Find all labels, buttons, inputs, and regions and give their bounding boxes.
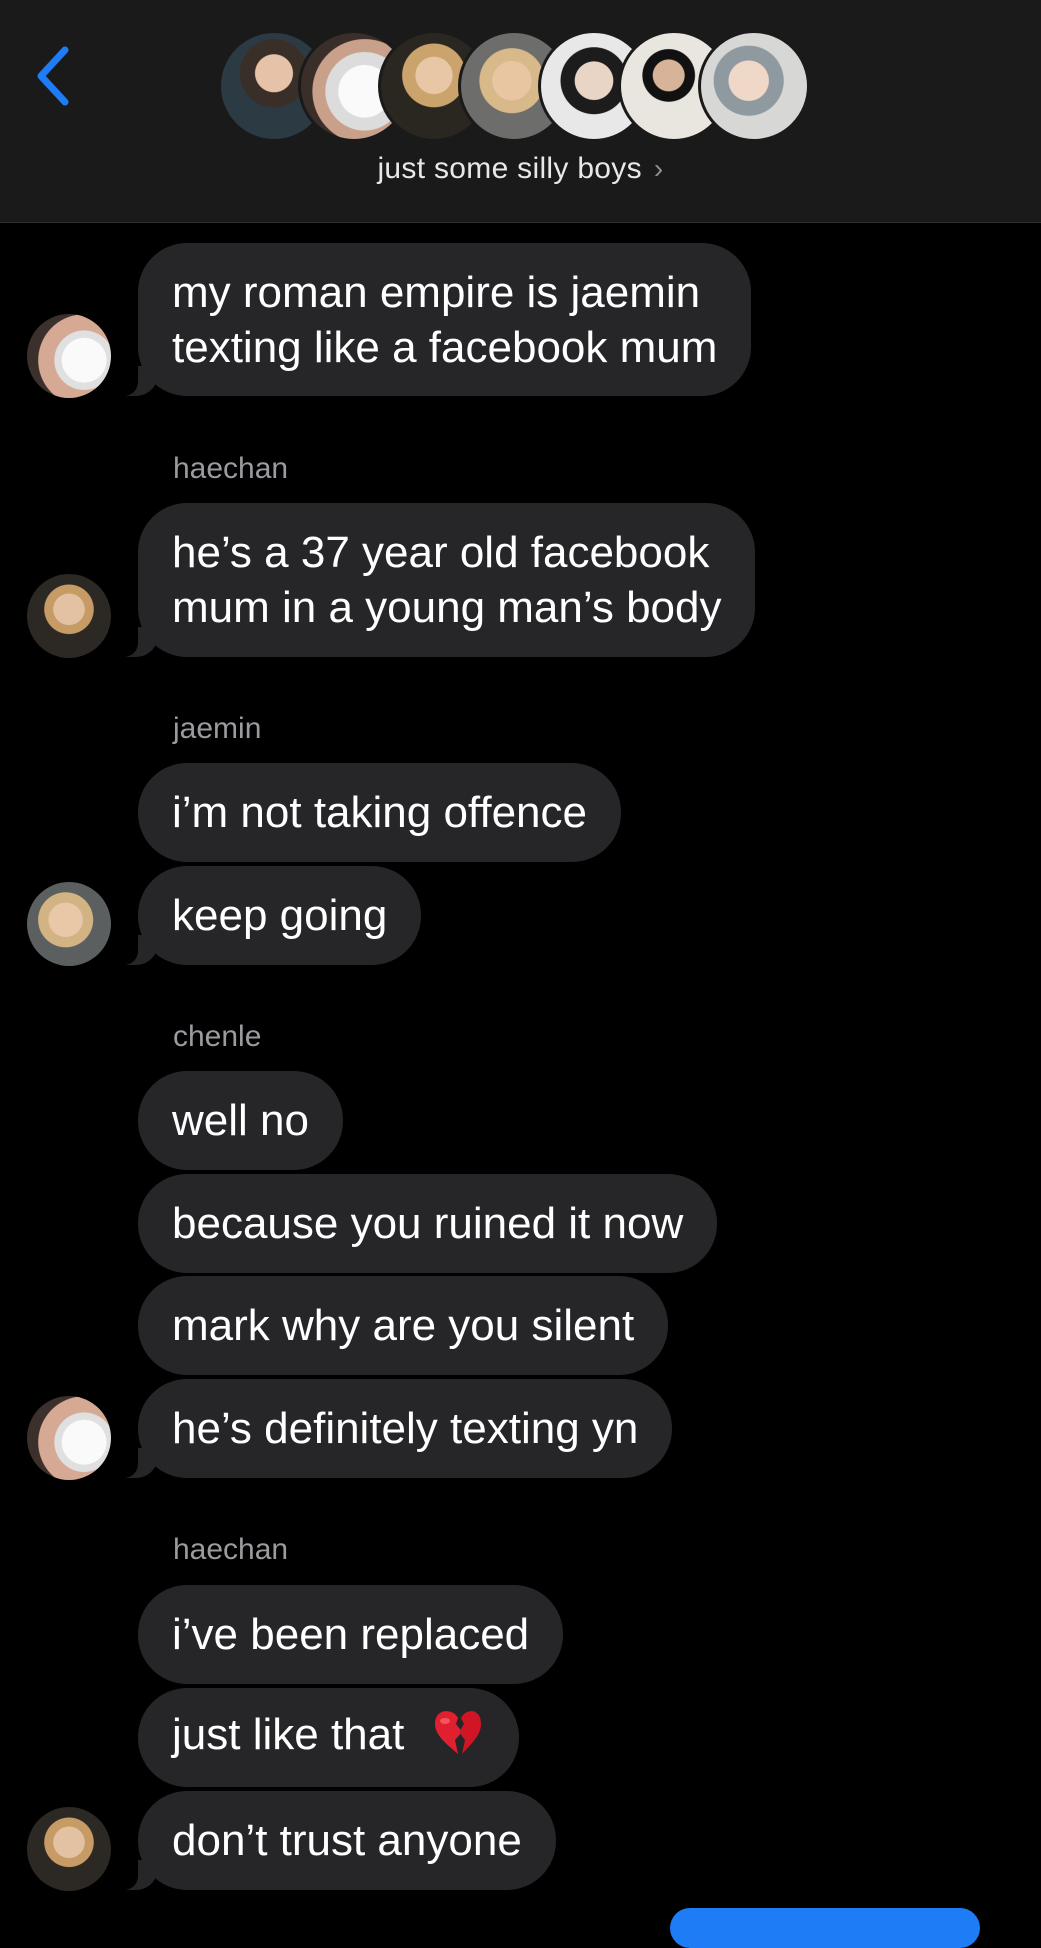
message-text: well no: [172, 1096, 309, 1145]
message-line: texting like a facebook mum: [172, 322, 718, 372]
message-text: i’ve been replaced: [172, 1610, 530, 1659]
message-list: my roman empire is jaemin texting like a…: [0, 0, 1041, 1948]
message-text: mark why are you silent: [172, 1301, 635, 1350]
message-text: keep going: [172, 891, 388, 940]
message-bubble[interactable]: because you ruined it now: [138, 1174, 718, 1273]
outgoing-message-bubble[interactable]: [670, 1908, 980, 1948]
sender-avatar[interactable]: [27, 1807, 111, 1891]
sender-name: haechan: [173, 1533, 289, 1566]
broken-heart-icon: [431, 1706, 485, 1769]
message-line: just like that: [172, 1710, 405, 1760]
message-text: he’s a 37 year old facebook mum in a you…: [172, 525, 721, 635]
sender-avatar[interactable]: [27, 1396, 111, 1480]
message-bubble[interactable]: my roman empire is jaemin texting like a…: [115, 243, 752, 396]
message-bubble[interactable]: keep going: [115, 866, 422, 965]
message-line: he’s a 37 year old facebook: [172, 528, 710, 577]
message-text: don’t trust anyone: [172, 1816, 522, 1865]
message-bubble[interactable]: he’s a 37 year old facebook mum in a you…: [115, 503, 756, 657]
message-text: i’m not taking offence: [172, 788, 587, 837]
message-bubble[interactable]: i’ve been replaced: [138, 1585, 564, 1684]
message-bubble[interactable]: mark why are you silent: [138, 1276, 669, 1375]
message-text: he’s definitely texting yn: [172, 1404, 639, 1453]
message-bubble[interactable]: just like that: [138, 1688, 519, 1787]
message-line: my roman empire is jaemin: [172, 267, 701, 317]
message-bubble[interactable]: he’s definitely texting yn: [115, 1379, 673, 1478]
message-text: just like that: [172, 1706, 485, 1769]
sender-avatar[interactable]: [27, 574, 111, 658]
message-bubble[interactable]: well no: [138, 1071, 343, 1170]
sender-name: jaemin: [173, 712, 262, 745]
message-text: my roman empire is jaemin texting like a…: [172, 265, 717, 375]
sender-avatar[interactable]: [27, 882, 111, 966]
sender-avatar[interactable]: [27, 314, 111, 398]
sender-name: haechan: [173, 452, 289, 485]
message-text: because you ruined it now: [172, 1199, 684, 1248]
message-line: mum in a young man’s body: [172, 583, 722, 632]
message-bubble[interactable]: don’t trust anyone: [116, 1791, 556, 1890]
message-bubble[interactable]: i’m not taking offence: [138, 763, 621, 862]
sender-name: chenle: [173, 1020, 262, 1053]
